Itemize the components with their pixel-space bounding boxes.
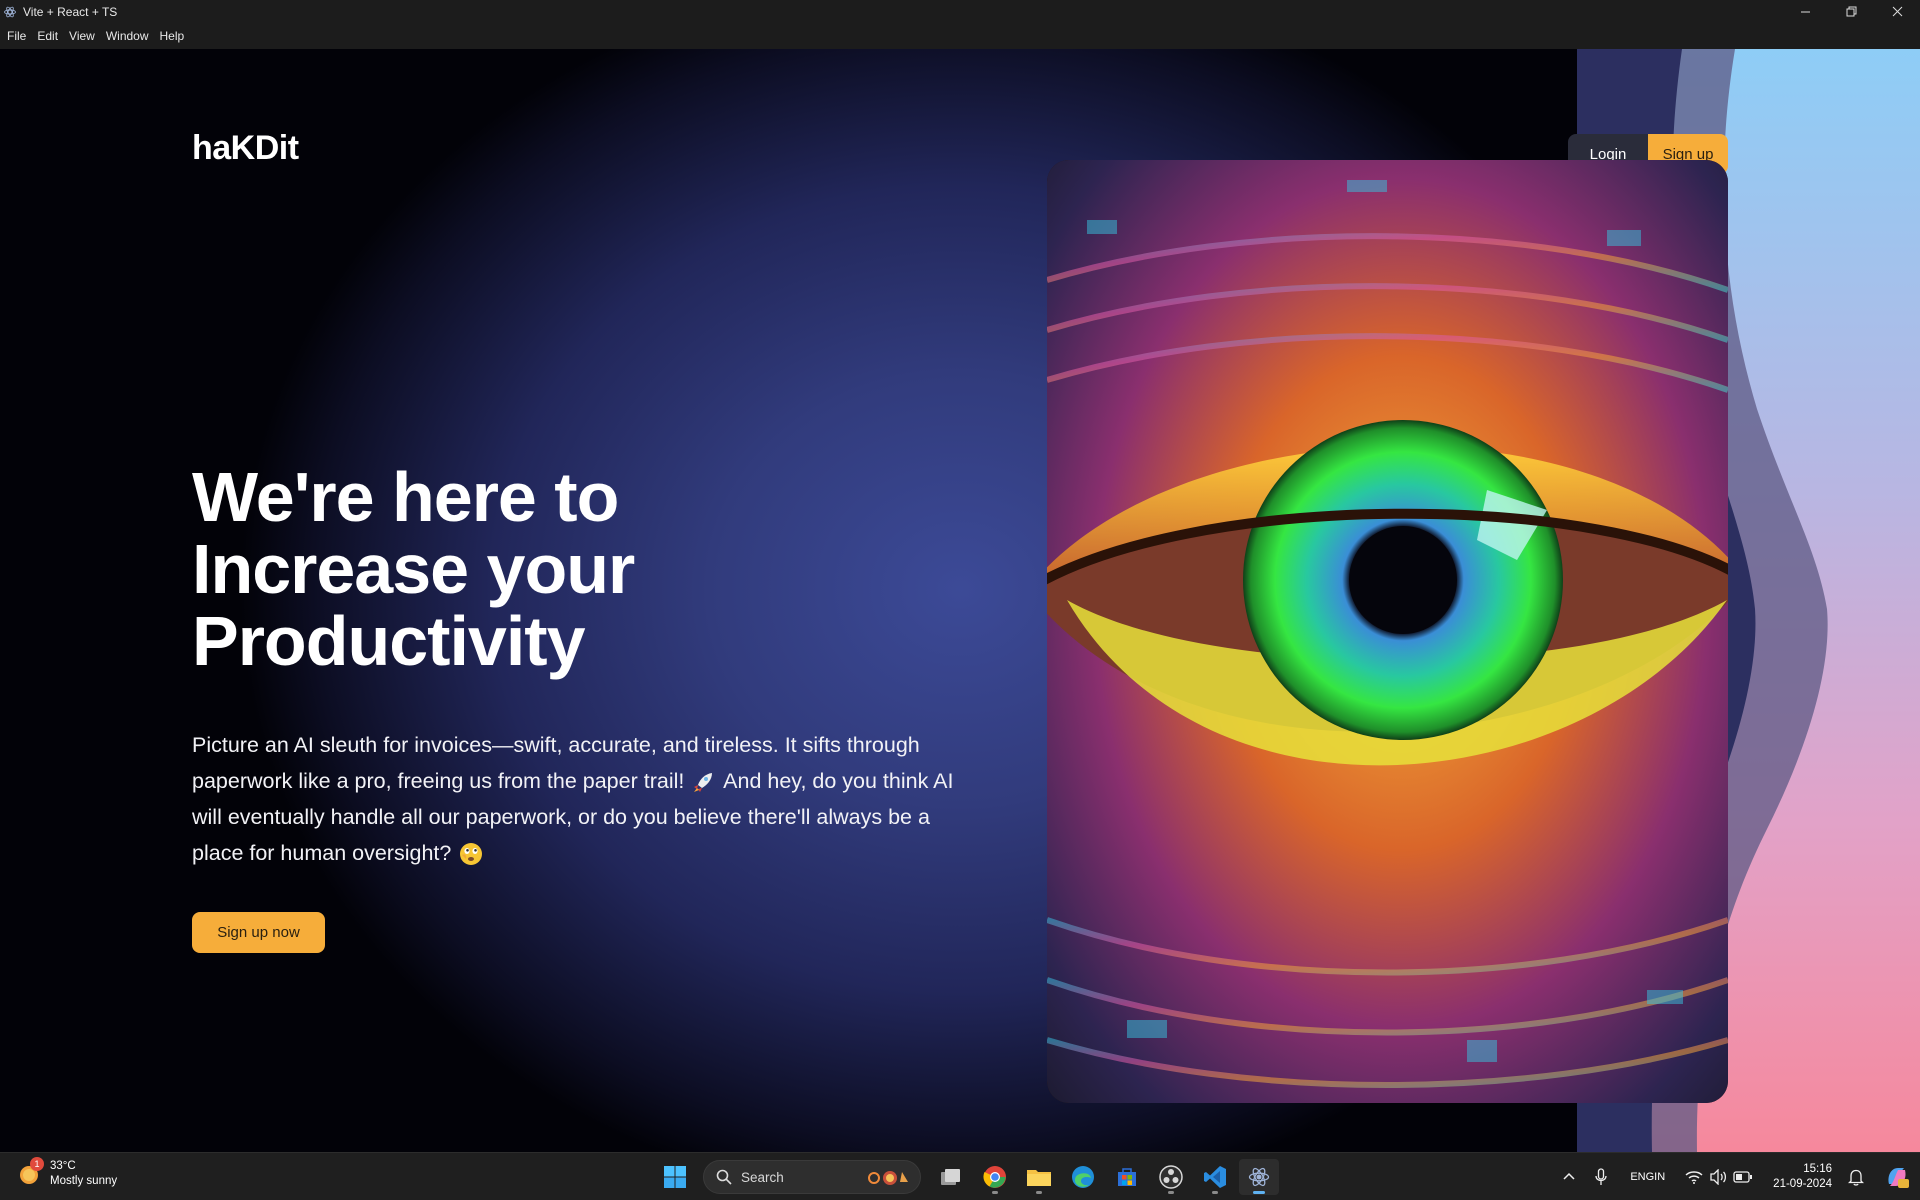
clock-date: 21-09-2024 bbox=[1773, 1178, 1832, 1190]
electron-app-icon bbox=[1248, 1167, 1270, 1187]
taskbar: 1 33°C Mostly sunny Search ENG IN 15:16 … bbox=[0, 1152, 1920, 1200]
rocket-emoji-icon bbox=[694, 773, 713, 793]
microphone-icon bbox=[1595, 1168, 1607, 1185]
edge-button[interactable] bbox=[1063, 1159, 1103, 1195]
weather-widget[interactable]: 1 33°C Mostly sunny bbox=[18, 1157, 117, 1189]
file-explorer-button[interactable] bbox=[1019, 1159, 1059, 1195]
notifications-button[interactable] bbox=[1848, 1168, 1864, 1186]
task-view-button[interactable] bbox=[931, 1159, 971, 1195]
taskbar-apps: Search bbox=[655, 1159, 1283, 1195]
electron-app-button[interactable] bbox=[1239, 1159, 1279, 1195]
volume-icon bbox=[1710, 1169, 1727, 1185]
menu-window[interactable]: Window bbox=[102, 29, 153, 43]
store-button[interactable] bbox=[1107, 1159, 1147, 1195]
language-region: IN bbox=[1654, 1171, 1666, 1183]
menu-file[interactable]: File bbox=[3, 29, 30, 43]
task-view-icon bbox=[941, 1169, 960, 1185]
menu-help[interactable]: Help bbox=[156, 29, 189, 43]
vscode-button[interactable] bbox=[1195, 1159, 1235, 1195]
app-icon bbox=[4, 6, 16, 17]
search-icon bbox=[716, 1169, 732, 1185]
window-titlebar: Vite + React + TS bbox=[0, 0, 1920, 23]
quick-settings-button[interactable] bbox=[1685, 1169, 1753, 1185]
obs-icon bbox=[1159, 1165, 1183, 1189]
weather-badge: 1 bbox=[30, 1157, 44, 1171]
menu-edit[interactable]: Edit bbox=[33, 29, 62, 43]
close-button[interactable] bbox=[1874, 0, 1920, 23]
sun-icon: 1 bbox=[18, 1157, 44, 1187]
clock[interactable]: 15:16 21-09-2024 bbox=[1773, 1162, 1832, 1192]
microphone-button[interactable] bbox=[1594, 1168, 1608, 1186]
chevron-up-icon bbox=[1563, 1172, 1575, 1180]
windows-start-icon bbox=[664, 1166, 686, 1188]
hero-eye-image bbox=[1047, 160, 1728, 1103]
weather-condition: Mostly sunny bbox=[50, 1175, 118, 1187]
eye-artwork-icon bbox=[1047, 160, 1728, 1103]
menu-view[interactable]: View bbox=[65, 29, 99, 43]
wifi-icon bbox=[1685, 1171, 1703, 1184]
chrome-button[interactable] bbox=[975, 1159, 1015, 1195]
close-icon bbox=[1892, 6, 1902, 17]
weather-temp: 33°C bbox=[50, 1160, 76, 1172]
start-button[interactable] bbox=[655, 1159, 695, 1195]
restore-icon bbox=[1846, 6, 1856, 17]
thinking-emoji-icon bbox=[460, 843, 483, 866]
clock-time: 15:16 bbox=[1803, 1163, 1832, 1175]
edge-icon bbox=[1072, 1166, 1094, 1188]
weather-info: 33°C Mostly sunny bbox=[50, 1159, 117, 1189]
window-title: Vite + React + TS bbox=[23, 4, 118, 19]
chrome-icon bbox=[983, 1166, 1006, 1188]
copilot-icon bbox=[1888, 1168, 1909, 1188]
bell-icon bbox=[1848, 1169, 1864, 1186]
copilot-button[interactable] bbox=[1884, 1164, 1910, 1190]
signup-now-button[interactable]: Sign up now bbox=[192, 912, 325, 953]
menu-bar: File Edit View Window Help bbox=[0, 23, 1920, 49]
obs-button[interactable] bbox=[1151, 1159, 1191, 1195]
hero-title-line: Productivity bbox=[192, 602, 586, 680]
store-icon bbox=[1118, 1168, 1136, 1186]
taskbar-search[interactable]: Search bbox=[703, 1160, 921, 1194]
hero-description: Picture an AI sleuth for invoices—swift,… bbox=[192, 727, 962, 871]
hero-title-line: We're here to bbox=[192, 458, 619, 536]
search-highlight-icon bbox=[868, 1171, 908, 1185]
hero-title-line: Increase your bbox=[192, 530, 635, 608]
site-logo[interactable]: haKDit bbox=[192, 129, 299, 168]
minimize-icon bbox=[1800, 11, 1810, 13]
folder-icon bbox=[1027, 1170, 1051, 1186]
minimize-button[interactable] bbox=[1782, 0, 1828, 23]
window-controls bbox=[1782, 0, 1920, 23]
system-tray: ENG IN 15:16 21-09-2024 bbox=[1556, 1153, 1920, 1200]
language-code: ENG bbox=[1630, 1171, 1655, 1183]
vscode-icon bbox=[1204, 1166, 1226, 1188]
search-placeholder: Search bbox=[741, 1169, 784, 1185]
language-indicator[interactable]: ENG IN bbox=[1630, 1170, 1665, 1184]
tray-overflow-button[interactable] bbox=[1562, 1170, 1576, 1184]
restore-button[interactable] bbox=[1828, 0, 1874, 23]
battery-icon bbox=[1733, 1171, 1753, 1183]
page-viewport: haKDit Login Sign up We're here to Incre… bbox=[0, 49, 1920, 1152]
hero-title: We're here to Increase your Productivity bbox=[192, 461, 812, 677]
